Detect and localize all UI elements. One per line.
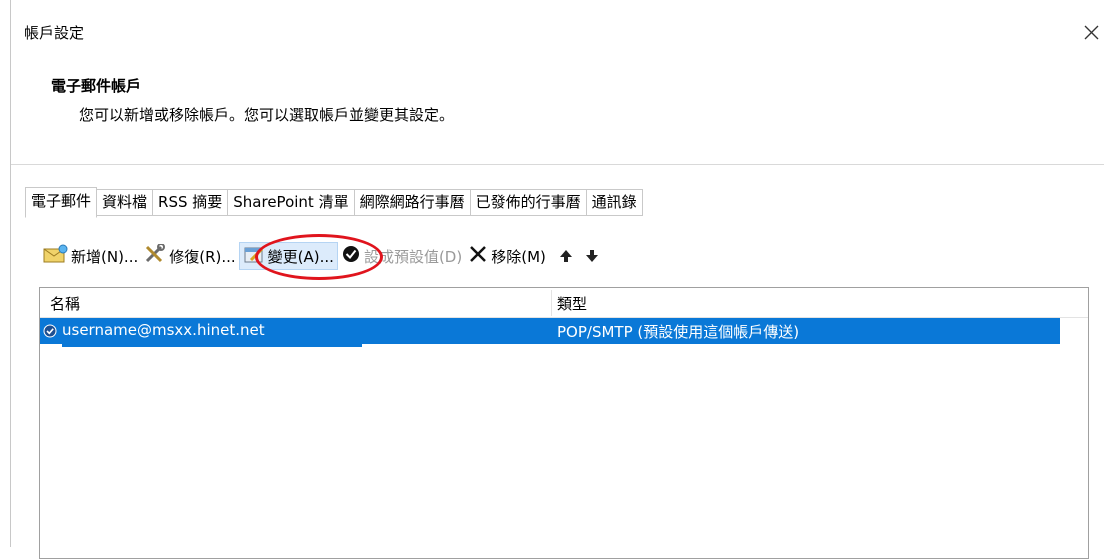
add-label: 新增(N)... — [71, 247, 139, 266]
repair-label: 修復(R)... — [169, 247, 236, 266]
tab-address-books[interactable]: 通訊錄 — [586, 189, 643, 216]
account-name: username@msxx.hinet.net — [62, 321, 265, 339]
add-button[interactable]: 新增(N)... — [39, 242, 141, 270]
tab-internet-calendars[interactable]: 網際網路行事曆 — [354, 189, 471, 216]
account-list: 名稱 類型 username@msxx.hinet.net POP/SMTP (… — [39, 287, 1089, 559]
list-header: 名稱 類型 — [40, 288, 1088, 318]
change-label: 變更(A)... — [267, 247, 334, 266]
set-default-button[interactable]: 設成預設值(D) — [338, 242, 465, 270]
column-divider[interactable] — [551, 290, 552, 316]
move-up-button[interactable] — [555, 242, 577, 270]
account-row[interactable]: username@msxx.hinet.net POP/SMTP (預設使用這個… — [40, 318, 1060, 344]
tab-sharepoint-lists[interactable]: SharePoint 清單 — [228, 189, 355, 216]
window-title: 帳戶設定 — [24, 24, 85, 42]
tab-strip: 電子郵件 資料檔 RSS 摘要 SharePoint 清單 網際網路行事曆 已發… — [25, 187, 643, 218]
remove-label: 移除(M) — [491, 247, 546, 266]
arrow-up-icon — [559, 250, 572, 262]
default-check-icon — [341, 244, 361, 268]
remove-x-icon — [468, 244, 488, 268]
change-account-icon — [243, 244, 265, 268]
section-title: 電子郵件帳戶 — [51, 77, 142, 95]
tab-data-files[interactable]: 資料檔 — [97, 189, 154, 216]
section-description: 您可以新增或移除帳戶。您可以選取帳戶並變更其設定。 — [79, 106, 455, 124]
window-left-edge — [10, 0, 11, 547]
header-divider — [11, 164, 1104, 165]
close-button[interactable] — [1080, 20, 1104, 44]
account-type: POP/SMTP (預設使用這個帳戶傳送) — [557, 323, 800, 341]
tab-published-calendars[interactable]: 已發佈的行事曆 — [470, 189, 587, 216]
column-header-type[interactable]: 類型 — [557, 293, 587, 314]
change-button[interactable]: 變更(A)... — [238, 242, 338, 270]
selection-underline — [62, 344, 362, 347]
close-icon — [1084, 25, 1099, 40]
repair-tools-icon — [144, 243, 166, 268]
set-default-label: 設成預設值(D) — [363, 247, 463, 266]
tab-email[interactable]: 電子郵件 — [25, 187, 98, 218]
move-down-button[interactable] — [581, 242, 603, 270]
arrow-down-icon — [585, 250, 598, 262]
column-header-name[interactable]: 名稱 — [50, 293, 80, 314]
repair-button[interactable]: 修復(R)... — [141, 242, 238, 270]
new-account-icon — [42, 244, 68, 268]
default-account-icon — [43, 324, 57, 342]
remove-button[interactable]: 移除(M) — [465, 242, 549, 270]
toolbar: 新增(N)... 修復(R)... 變更(A)... 設成預設值(D) 移除(M… — [39, 242, 603, 270]
tab-rss-feeds[interactable]: RSS 摘要 — [153, 189, 229, 216]
